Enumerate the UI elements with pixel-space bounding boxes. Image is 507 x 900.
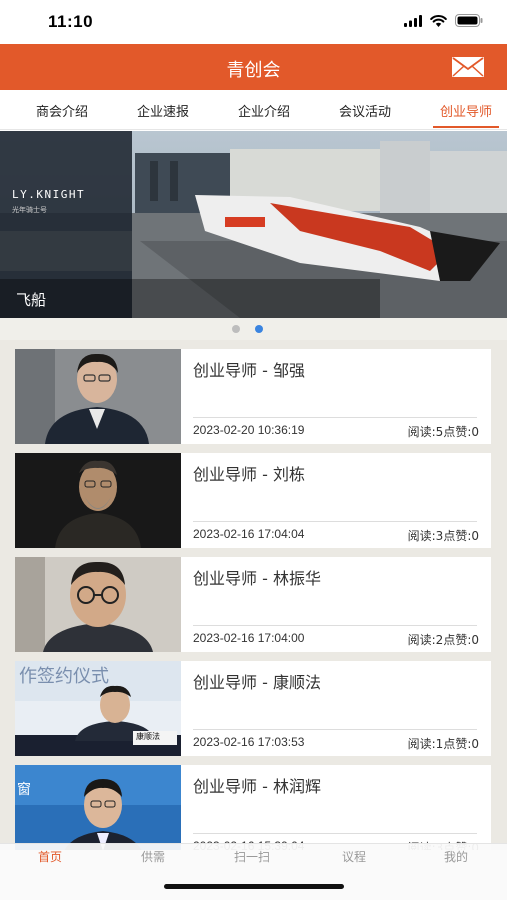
article-stats: 阅读:5点赞:0 — [407, 425, 479, 439]
mentor-photo: 作签约仪式 康顺法 — [15, 661, 181, 756]
article-title: 创业导师 - 刘栋 — [193, 465, 305, 484]
divider — [193, 521, 477, 522]
banner-caption: 飞船 — [16, 291, 47, 309]
list-item[interactable]: 窗 创业导师 - 林润辉 2023-02-16 15:39:04 阅读:3点赞:… — [15, 765, 491, 850]
list-item[interactable]: 创业导师 - 邹强 2023-02-20 10:36:19 阅读:5点赞:0 — [15, 349, 491, 444]
photo-nameplate: 康顺法 — [136, 732, 160, 741]
mentor-article-list: 创业导师 - 邹强 2023-02-20 10:36:19 阅读:5点赞:0 创… — [0, 340, 507, 850]
battery-icon — [455, 14, 483, 27]
article-stats: 阅读:2点赞:0 — [407, 633, 479, 647]
banner-carousel[interactable]: LY.KNIGHT 光年骑士号 飞船 — [0, 131, 507, 318]
article-title: 创业导师 - 林润辉 — [193, 777, 321, 796]
active-tab-indicator — [433, 126, 499, 128]
divider — [193, 833, 477, 834]
category-tabs: 商会介绍 企业速报 企业介绍 会议活动 创业导师 — [0, 90, 507, 130]
tab-enterprise-intro[interactable]: 企业介绍 — [238, 101, 290, 120]
header-bar: 青创会 — [0, 44, 507, 90]
article-date: 2023-02-20 10:36:19 — [193, 423, 305, 437]
banner-image — [0, 131, 507, 318]
tabbar-scan[interactable]: 扫一扫 — [234, 848, 270, 865]
tab-enterprise-news[interactable]: 企业速报 — [137, 101, 189, 120]
article-date: 2023-02-16 17:03:53 — [193, 735, 305, 749]
mentor-photo — [15, 349, 181, 444]
carousel-dot-2[interactable] — [255, 325, 263, 333]
divider — [193, 729, 477, 730]
cellular-signal-icon — [404, 14, 422, 27]
list-item[interactable]: 创业导师 - 刘栋 2023-02-16 17:04:04 阅读:3点赞:0 — [15, 453, 491, 548]
article-date: 2023-02-16 17:04:04 — [193, 527, 305, 541]
photo-banner-text: 作签约仪式 — [19, 666, 109, 687]
carousel-dot-1[interactable] — [232, 325, 240, 333]
bottom-tab-bar: 首页 供需 扫一扫 议程 我的 — [0, 843, 507, 900]
tabbar-supply-demand[interactable]: 供需 — [141, 848, 165, 865]
tabbar-agenda[interactable]: 议程 — [342, 848, 366, 865]
banner-brand-subtitle: 光年骑士号 — [12, 206, 47, 214]
carousel-pagination — [0, 318, 507, 340]
divider — [193, 417, 477, 418]
tab-chamber-intro[interactable]: 商会介绍 — [36, 101, 88, 120]
mentor-photo — [15, 557, 181, 652]
list-item[interactable]: 创业导师 - 林振华 2023-02-16 17:04:00 阅读:2点赞:0 — [15, 557, 491, 652]
article-date: 2023-02-16 17:04:00 — [193, 631, 305, 645]
status-time: 11:10 — [48, 12, 94, 31]
article-stats: 阅读:3点赞:0 — [407, 529, 479, 543]
divider — [193, 625, 477, 626]
mentor-photo — [15, 453, 181, 548]
article-title: 创业导师 - 邹强 — [193, 361, 305, 380]
tabbar-profile[interactable]: 我的 — [444, 848, 468, 865]
article-stats: 阅读:1点赞:0 — [407, 737, 479, 751]
tab-mentors[interactable]: 创业导师 — [440, 101, 492, 120]
status-icons — [404, 14, 483, 27]
tab-meetings[interactable]: 会议活动 — [339, 101, 391, 120]
photo-banner-text: 窗 — [17, 782, 31, 798]
article-title: 创业导师 - 林振华 — [193, 569, 321, 588]
status-bar: 11:10 — [0, 0, 507, 44]
page-title: 青创会 — [226, 60, 281, 81]
banner-brand-logo: LY.KNIGHT — [12, 188, 86, 201]
mentor-photo: 窗 — [15, 765, 181, 850]
wifi-icon — [430, 14, 447, 27]
list-item[interactable]: 作签约仪式 康顺法 创业导师 - 康顺法 2023-02-16 17:03:53… — [15, 661, 491, 756]
home-indicator — [164, 884, 344, 889]
tabbar-home[interactable]: 首页 — [38, 848, 62, 865]
mail-icon[interactable] — [451, 56, 485, 78]
article-title: 创业导师 - 康顺法 — [193, 673, 321, 692]
